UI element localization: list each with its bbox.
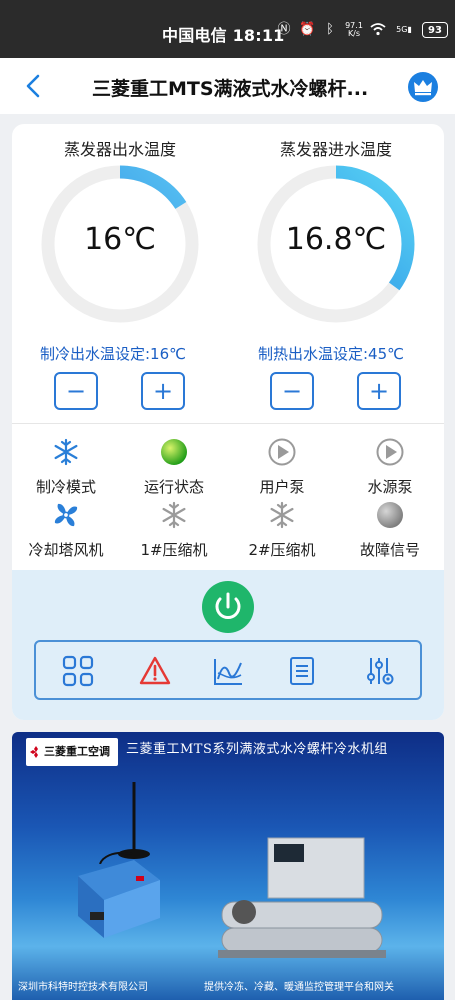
gauge-inlet-value: 16.8℃ bbox=[285, 222, 387, 257]
status-light-icon bbox=[161, 439, 187, 465]
gauge-label-inlet: 蒸发器进水温度 bbox=[279, 140, 392, 159]
wifi-icon bbox=[370, 22, 386, 38]
nfc-icon: Ⓝ bbox=[277, 22, 291, 37]
network-speed: 97.1 K/s bbox=[345, 22, 363, 38]
status-label: 1#压缩机 bbox=[140, 541, 208, 559]
status-label: 用户泵 bbox=[259, 478, 305, 496]
settings-sliders-icon[interactable] bbox=[364, 655, 396, 687]
status-compressor-2: 2#压缩机 bbox=[228, 501, 336, 560]
bluetooth-icon: ᛒ bbox=[326, 22, 334, 37]
carrier-time: 中国电信 18:11 bbox=[162, 26, 285, 45]
fault-light-icon bbox=[377, 502, 403, 528]
status-compressor-1: 1#压缩机 bbox=[120, 501, 228, 560]
power-icon bbox=[215, 592, 241, 619]
status-cooling-tower-fan: 冷却塔风机 bbox=[12, 501, 120, 560]
brand-logo-text: 三菱重工空调 bbox=[44, 745, 110, 758]
pump-play-icon bbox=[268, 438, 296, 466]
snowflake-icon bbox=[162, 501, 186, 529]
control-card: 蒸发器出水温度 16℃ 蒸发器进水温度 16.8℃ 制冷出水温设定:16℃ 制热… bbox=[12, 124, 444, 720]
heating-decrease-button[interactable]: − bbox=[270, 372, 314, 410]
banner-title: 三菱重工MTS系列满液式水冷螺杆冷水机组 bbox=[126, 742, 388, 757]
alarm-warning-icon[interactable] bbox=[139, 655, 171, 687]
heating-setpoint: 制热出水温设定:45℃ bbox=[258, 345, 404, 363]
back-arrow-icon[interactable] bbox=[20, 72, 48, 100]
trend-chart-icon[interactable] bbox=[212, 655, 244, 687]
status-user-pump: 用户泵 bbox=[228, 438, 336, 497]
status-source-pump: 水源泵 bbox=[336, 438, 444, 497]
alarm-icon: ⏰ bbox=[299, 22, 316, 37]
status-label: 2#压缩机 bbox=[248, 541, 316, 559]
banner-company: 深圳市科特时控技术有限公司 bbox=[18, 982, 148, 993]
cooling-increase-button[interactable]: + bbox=[141, 372, 185, 410]
function-toolbar bbox=[34, 640, 422, 700]
network-type: 5G bbox=[396, 25, 408, 34]
gateway-device-image bbox=[78, 860, 160, 938]
snowflake-icon bbox=[54, 438, 78, 466]
list-icon[interactable] bbox=[286, 655, 318, 687]
grid-icon[interactable] bbox=[62, 655, 94, 687]
divider bbox=[12, 423, 444, 424]
pump-play-icon bbox=[376, 438, 404, 466]
power-button[interactable] bbox=[202, 581, 254, 633]
product-banner: 三菱重工空调 三菱重工MTS系列满液式水冷螺杆冷水机组 深圳市科特时控技术有限公… bbox=[12, 732, 444, 1000]
cooling-setpoint: 制冷出水温设定:16℃ bbox=[40, 345, 186, 363]
antenna-icon bbox=[99, 782, 150, 864]
status-label: 冷却塔风机 bbox=[28, 541, 104, 559]
gauge-label-outlet: 蒸发器出水温度 bbox=[63, 140, 176, 159]
network-speed-unit: K/s bbox=[347, 29, 361, 38]
heating-increase-button[interactable]: + bbox=[357, 372, 401, 410]
cell-signal-icon: 5G▮ bbox=[396, 25, 412, 34]
status-running: 运行状态 bbox=[120, 438, 228, 497]
battery-icon: 93 bbox=[422, 22, 448, 38]
status-bar: 中国电信 18:11 Ⓝ ⏰ ᛒ 97.1 K/s 5G▮ 93 bbox=[0, 0, 455, 58]
status-label: 故障信号 bbox=[359, 541, 420, 559]
mitsubishi-logo-icon bbox=[30, 746, 38, 758]
fan-icon bbox=[54, 503, 78, 527]
control-panel bbox=[12, 570, 444, 720]
banner-service: 提供冷冻、冷藏、暖通监控管理平台和网关 bbox=[204, 982, 394, 993]
battery-level: 93 bbox=[428, 24, 442, 36]
cooling-decrease-button[interactable]: − bbox=[54, 372, 98, 410]
status-cooling-mode: 制冷模式 bbox=[12, 438, 120, 497]
gauge-outlet-value: 16℃ bbox=[84, 222, 156, 257]
page-title: 三菱重工MTS满液式水冷螺杆... bbox=[92, 78, 369, 100]
snowflake-icon bbox=[270, 501, 294, 529]
crown-icon[interactable] bbox=[408, 72, 438, 102]
status-label: 运行状态 bbox=[143, 478, 204, 496]
app-header: 三菱重工MTS满液式水冷螺杆... bbox=[0, 58, 455, 114]
chiller-unit-image bbox=[218, 837, 386, 958]
status-label: 制冷模式 bbox=[35, 478, 96, 496]
brand-logo: 三菱重工空调 bbox=[26, 738, 118, 766]
status-fault-signal: 故障信号 bbox=[336, 501, 444, 560]
status-icons: Ⓝ ⏰ ᛒ 97.1 K/s 5G▮ 93 bbox=[276, 22, 448, 38]
status-label: 水源泵 bbox=[367, 478, 413, 496]
